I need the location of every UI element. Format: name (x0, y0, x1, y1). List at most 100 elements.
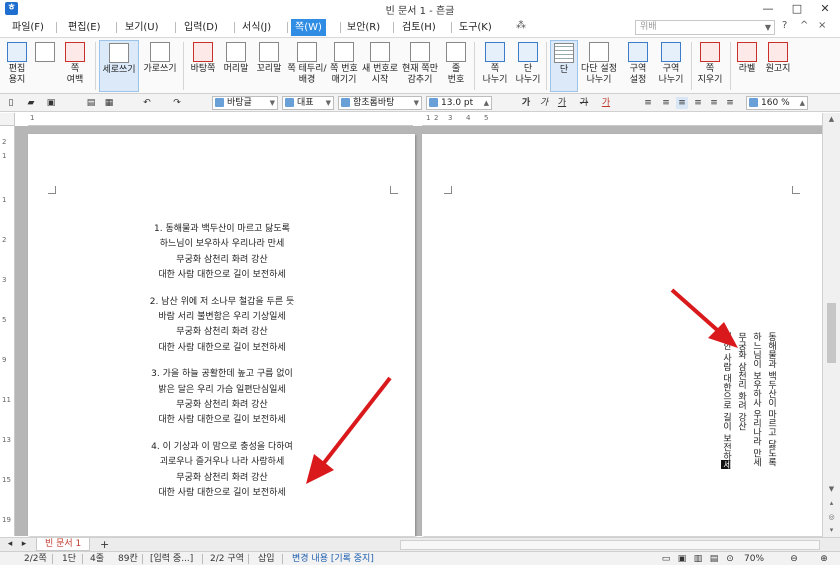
annotation-arrow (670, 288, 738, 348)
align-justify-icon[interactable]: ≡ (642, 97, 654, 109)
page-down-icon[interactable]: ▾ (823, 524, 840, 536)
undo-icon[interactable]: ↶ (140, 97, 154, 109)
split-icon[interactable]: ≡ (724, 97, 736, 109)
label-button[interactable]: 라벨 (733, 40, 761, 92)
underline-button[interactable]: 가 (556, 97, 568, 109)
line-number-button[interactable]: 줄 번호 (441, 40, 471, 92)
align-right-icon[interactable]: ≡ (692, 97, 704, 109)
search-placeholder: 위배 (640, 22, 657, 32)
menu-tools[interactable]: 도구(K) (455, 19, 496, 36)
window-title: 빈 문서 1 - 흔글 (385, 6, 455, 17)
horizontal-ruler-right[interactable]: 1 2 3 4 5 (422, 113, 822, 126)
page-1[interactable]: 1. 동해물과 백두산이 마르고 닳도록 하느님이 보우하사 우리나라 만세 무… (28, 134, 415, 536)
menu-insert[interactable]: 입력(D) (180, 19, 222, 36)
delete-page-button[interactable]: 쪽 지우기 (694, 40, 726, 92)
strikethrough-button[interactable]: 가 (578, 97, 590, 109)
maximize-button[interactable]: □ (784, 1, 810, 16)
column-break-button[interactable]: 단 나누기 (513, 40, 543, 92)
multi-column-button[interactable]: 다단 설정 나누기 (580, 40, 618, 92)
preview-icon[interactable]: ▦ (102, 97, 116, 109)
font-size-input[interactable]: 13.0 pt ▲ (426, 96, 492, 110)
scroll-thumb[interactable] (827, 303, 836, 363)
manuscript-button[interactable]: 원고지 (762, 40, 794, 92)
italic-button[interactable]: 가 (538, 97, 550, 109)
view-multi-icon[interactable]: ▥ (692, 553, 704, 565)
status-track-changes[interactable]: 변경 내용 [기록 중지] (292, 553, 374, 565)
menu-view[interactable]: 보기(U) (121, 19, 163, 36)
view-normal-icon[interactable]: ▭ (660, 553, 672, 565)
columns-button[interactable]: 단 (550, 40, 578, 92)
help-icon[interactable]: ? (782, 20, 787, 31)
chevron-down-icon: ▼ (413, 99, 419, 107)
horizontal-scrollbar[interactable] (400, 540, 820, 550)
vertical-scrollbar[interactable]: ▲ ▼ ▴ ◎ ▾ (822, 113, 840, 537)
minimize-button[interactable]: — (755, 1, 781, 16)
ribbon-toolbar: 편집 용지 쪽 여백 세로쓰기 가로쓰기 바탕쪽 머리말 꼬리말 쪽 테두리/ … (0, 38, 840, 94)
save-icon[interactable]: ▣ (44, 97, 58, 109)
align-center-icon[interactable]: ≡ (676, 97, 688, 109)
zoom-select[interactable]: 160 % ▲ (746, 96, 808, 110)
master-page-button[interactable]: 바탕쪽 (187, 40, 219, 92)
tab-prev-icon[interactable]: ◂ (4, 538, 16, 550)
chevron-down-icon[interactable]: ▼ (765, 21, 771, 34)
page-2[interactable]: 동해물과 백두산이 마르고 닳도록 하느님이 보우하사 우리나라 만세 무궁화 … (422, 134, 822, 536)
status-insert-mode[interactable]: 삽입 (258, 553, 275, 565)
tab-next-icon[interactable]: ▸ (18, 538, 30, 550)
close-button[interactable]: ✕ (812, 1, 838, 16)
open-folder-icon[interactable]: ▰ (24, 97, 38, 109)
align-left-icon[interactable]: ≡ (660, 97, 672, 109)
hide-current-page-button[interactable]: 현재 쪽만 감추기 (400, 40, 440, 92)
page-number-button[interactable]: 쪽 번호 매기기 (328, 40, 360, 92)
font-select[interactable]: 함초롬바탕 ▼ (338, 96, 422, 110)
view-outline-icon[interactable]: ▤ (708, 553, 720, 565)
status-page[interactable]: 2/2쪽 (24, 553, 47, 565)
add-tab-button[interactable]: + (100, 538, 109, 551)
search-input[interactable]: 위배 ▼ (635, 20, 775, 35)
style-select[interactable]: 바탕글 ▼ (212, 96, 278, 110)
page-margin-button[interactable]: 쪽 여백 (60, 40, 90, 92)
page-border-button[interactable]: 쪽 테두리/ 배경 (287, 40, 327, 92)
page-break-button[interactable]: 쪽 나누기 (478, 40, 512, 92)
horizontal-ruler-left[interactable]: 1 (28, 113, 413, 126)
menu-review[interactable]: 검토(H) (398, 19, 440, 36)
zoom-fit-icon[interactable]: ⊙ (724, 553, 736, 565)
view-page-icon[interactable]: ▣ (676, 553, 688, 565)
menu-file[interactable]: 파일(F) (8, 19, 48, 36)
vertical-writing-button[interactable]: 세로쓰기 (99, 40, 139, 92)
scroll-down-icon[interactable]: ▼ (823, 483, 840, 495)
zoom-out-icon[interactable]: ⊖ (788, 553, 800, 565)
footer-button[interactable]: 꼬리말 (253, 40, 285, 92)
header-button[interactable]: 머리말 (220, 40, 252, 92)
vertical-text[interactable]: 동해물과 백두산이 마르고 닳도록 하느님이 보우하사 우리나라 만세 무궁화 … (718, 332, 778, 500)
zoom-in-icon[interactable]: ⊕ (818, 553, 830, 565)
menu-page[interactable]: 쪽(W) (291, 19, 326, 36)
tab-document-1[interactable]: 빈 문서 1 (36, 538, 91, 551)
redo-icon[interactable]: ↷ (170, 97, 184, 109)
distribute-icon[interactable]: ≡ (708, 97, 720, 109)
page-number-icon (334, 42, 354, 62)
page-select-icon[interactable]: ◎ (823, 511, 840, 523)
ribbon-collapse-icon[interactable]: ^ (800, 20, 808, 31)
page-up-icon[interactable]: ▴ (823, 497, 840, 509)
zoom-level[interactable]: 70% (744, 553, 764, 565)
new-doc-icon[interactable]: ▯ (4, 97, 18, 109)
new-number-button[interactable]: 새 번호로 시작 (361, 40, 399, 92)
edit-paper-button[interactable]: 편집 용지 (4, 40, 30, 92)
status-section: 2/2 구역 (210, 554, 244, 564)
hide-page-icon (410, 42, 430, 62)
print-icon[interactable]: ▤ (84, 97, 98, 109)
scroll-up-icon[interactable]: ▲ (823, 113, 840, 125)
bold-button[interactable]: 가 (520, 97, 532, 109)
language-select[interactable]: 대표 ▼ (282, 96, 334, 110)
vertical-ruler[interactable]: 2 1 1 2 3 5 9 11 13 15 19 (0, 126, 15, 536)
page-layout-button[interactable] (32, 40, 58, 92)
menu-format[interactable]: 서식(J) (238, 19, 275, 36)
menu-edit[interactable]: 편집(E) (64, 19, 105, 36)
section-break-button[interactable]: 구역 나누기 (655, 40, 687, 92)
section-settings-button[interactable]: 구역 설정 (622, 40, 654, 92)
font-color-button[interactable]: 가 (600, 97, 612, 109)
close-doc-icon[interactable]: × (818, 20, 826, 31)
menu-security[interactable]: 보안(R) (343, 19, 384, 36)
share-icon[interactable]: ⁂ (516, 20, 526, 31)
horizontal-writing-button[interactable]: 가로쓰기 (141, 40, 179, 92)
